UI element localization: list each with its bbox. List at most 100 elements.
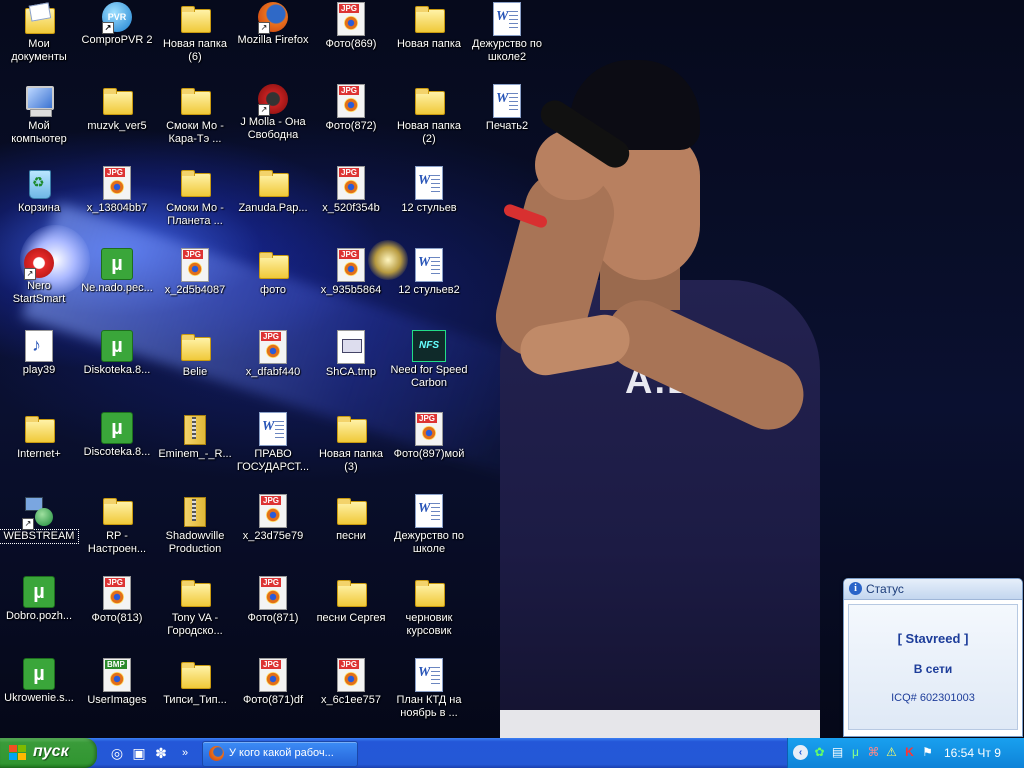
desktop-icon[interactable]: x_23d75e79 xyxy=(234,494,312,543)
folder-icon xyxy=(100,494,134,528)
desktop-icon[interactable]: µ Ukrowenie.s... xyxy=(0,658,78,705)
desktop-icon[interactable]: Новая папка xyxy=(390,2,468,51)
folder-icon xyxy=(412,576,446,610)
desktop-icon[interactable]: 12 стульев xyxy=(390,166,468,215)
desktop-icon[interactable]: x_dfabf440 xyxy=(234,330,312,379)
desktop-icon[interactable]: Мой компьютер xyxy=(0,84,78,146)
desktop-icon-label: Diskoteka.8... xyxy=(83,364,151,376)
desktop-icon[interactable]: Eminem_-_R... xyxy=(156,412,234,461)
desktop-icon[interactable]: Мои документы xyxy=(0,2,78,64)
desktop-icon[interactable]: x_935b5864 xyxy=(312,248,390,297)
shortcut-arrow-icon: ↗ xyxy=(102,22,114,34)
desktop-icon[interactable]: Смоки Мо - Кара-Тэ ... xyxy=(156,84,234,146)
desktop-icon-label: 12 стульев xyxy=(401,202,457,214)
desktop-icon[interactable]: Печать2 xyxy=(468,84,546,133)
desktop-icon[interactable]: µ Diskoteka.8... xyxy=(78,330,156,377)
tray-icq-icon[interactable]: ✿ xyxy=(812,745,827,760)
tray-network-icon[interactable]: ⌘ xyxy=(866,745,881,760)
desktop-icon[interactable]: песни xyxy=(312,494,390,543)
desktop-icon[interactable]: Новая папка (3) xyxy=(312,412,390,474)
desktop-icon[interactable]: Новая папка (6) xyxy=(156,2,234,64)
desktop-icon-label: Печать2 xyxy=(485,120,529,132)
desktop-icon[interactable]: Фото(897)мой xyxy=(390,412,468,461)
taskbar-firefox-window[interactable]: У кого какой рабоч... xyxy=(202,741,358,767)
desktop-icon[interactable]: ShCA.tmp xyxy=(312,330,390,379)
desktop-icon[interactable]: Фото(871)df xyxy=(234,658,312,707)
desktop-icon[interactable]: µ Ne.nado.pec... xyxy=(78,248,156,295)
desktop-icon-label: Фото(871)df xyxy=(242,694,304,706)
desktop-icon[interactable]: Корзина xyxy=(0,166,78,215)
desktop-icon[interactable]: play39 xyxy=(0,330,78,377)
desktop-icon[interactable]: Belie xyxy=(156,330,234,379)
desktop-icon[interactable]: Tony VA - Городско... xyxy=(156,576,234,638)
desktop-icon[interactable]: x_6c1ee757 xyxy=(312,658,390,707)
desktop-icon[interactable]: PVR ↗ ComproPVR 2 xyxy=(78,2,156,47)
desktop-icon[interactable]: Дежурство по школе2 xyxy=(468,2,546,64)
desktop-icon[interactable]: Zanuda.Pap... xyxy=(234,166,312,215)
taskbar-window-title: У кого какой рабоч... xyxy=(229,747,334,759)
tray-clock[interactable]: 16:54 Чт 9 xyxy=(944,746,1001,760)
desktop-icon[interactable]: UserImages xyxy=(78,658,156,707)
shortcut-arrow-icon: ↗ xyxy=(258,22,270,34)
tray-language-icon[interactable]: ⚑ xyxy=(920,745,935,760)
desktop-icon-label: Shadowville Production xyxy=(165,530,225,555)
rapper-photo: A.B. xyxy=(440,60,840,738)
desktop-icon-label: Новая папка (3) xyxy=(318,448,384,473)
taskbar: пуск ◎ ▣ ✽ » У кого какой рабоч... ‹ ✿ ▤… xyxy=(0,738,1024,768)
doc-icon xyxy=(493,84,521,118)
desktop-icon[interactable]: µ Discoteka.8... xyxy=(78,412,156,459)
shortcut-arrow-icon: ↗ xyxy=(24,268,36,280)
desktop-icon-label: WEBSTREAM xyxy=(0,529,79,544)
desktop-icon-label: x_dfabf440 xyxy=(245,366,301,378)
desktop-icon[interactable]: Фото(871) xyxy=(234,576,312,625)
quicklaunch-more-icon[interactable]: » xyxy=(176,744,194,762)
info-icon: i xyxy=(849,582,862,595)
desktop-icon[interactable]: Фото(813) xyxy=(78,576,156,625)
jpg-icon xyxy=(337,658,365,692)
desktop-icon-label: J Molla - Она Свободна xyxy=(240,116,306,141)
desktop-icon[interactable]: ↗ J Molla - Она Свободна xyxy=(234,84,312,142)
desktop-icon[interactable]: NFS Need for Speed Carbon xyxy=(390,330,468,390)
desktop-icon-label: Смоки Мо - Планета ... xyxy=(166,202,224,227)
desktop-icon-label: Belie xyxy=(182,366,208,378)
desktop-icon[interactable]: muzvk_ver5 xyxy=(78,84,156,133)
desktop-icon[interactable]: Новая папка (2) xyxy=(390,84,468,146)
folder-icon xyxy=(22,412,56,446)
tray-warning-icon[interactable]: ⚠ xyxy=(884,745,899,760)
desktop-icon[interactable]: ↗ Nero StartSmart xyxy=(0,248,78,306)
desktop-icon[interactable]: Фото(872) xyxy=(312,84,390,133)
desktop-icon-label: Смоки Мо - Кара-Тэ ... xyxy=(166,120,224,145)
desktop-icon[interactable]: ПРАВО ГОСУДАРСТ... xyxy=(234,412,312,474)
tray-kaspersky-icon[interactable]: K xyxy=(902,745,917,760)
quicklaunch-network-icon[interactable]: ✽ xyxy=(152,744,170,762)
desktop-icon[interactable]: черновик курсовик xyxy=(390,576,468,638)
desktop-icon[interactable]: План КТД на ноябрь в ... xyxy=(390,658,468,720)
desktop-icon[interactable]: x_13804bb7 xyxy=(78,166,156,215)
icq-status-popup[interactable]: i Статус [ Stavreed ] В сети ICQ# 602301… xyxy=(843,578,1023,737)
desktop-icon[interactable]: RP - Настроен... xyxy=(78,494,156,556)
desktop-icon[interactable]: Фото(869) xyxy=(312,2,390,51)
desktop-icon[interactable]: µ Dobro.pozh... xyxy=(0,576,78,623)
desktop-icon[interactable]: фото xyxy=(234,248,312,297)
utorrent-icon: µ xyxy=(101,330,133,362)
desktop-icon-label: План КТД на ноябрь в ... xyxy=(396,694,462,719)
desktop-icon[interactable]: Дежурство по школе xyxy=(390,494,468,556)
desktop-icon[interactable]: Смоки Мо - Планета ... xyxy=(156,166,234,228)
tray-expand-icon[interactable]: ‹ xyxy=(793,745,808,760)
desktop-icon[interactable]: x_2d5b4087 xyxy=(156,248,234,297)
start-button[interactable]: пуск xyxy=(0,738,97,768)
desktop-icon[interactable]: Shadowville Production xyxy=(156,494,234,556)
status-title: Статус xyxy=(866,582,904,596)
quicklaunch-save-icon[interactable]: ▣ xyxy=(130,744,148,762)
desktop-icon[interactable]: Internet+ xyxy=(0,412,78,461)
desktop-icon[interactable]: песни Сергея xyxy=(312,576,390,625)
folder-icon xyxy=(178,166,212,200)
desktop-icon[interactable]: ↗ Mozilla Firefox xyxy=(234,2,312,47)
quicklaunch-ie-icon[interactable]: ◎ xyxy=(108,744,126,762)
desktop-icon[interactable]: Типси_Тип... xyxy=(156,658,234,707)
desktop-icon[interactable]: x_520f354b xyxy=(312,166,390,215)
tray-utorrent-icon[interactable]: μ xyxy=(848,745,863,760)
desktop-icon[interactable]: ↗ WEBSTREAM xyxy=(0,494,79,544)
desktop-icon[interactable]: 12 стульев2 xyxy=(390,248,468,297)
tray-display-icon[interactable]: ▤ xyxy=(830,745,845,760)
